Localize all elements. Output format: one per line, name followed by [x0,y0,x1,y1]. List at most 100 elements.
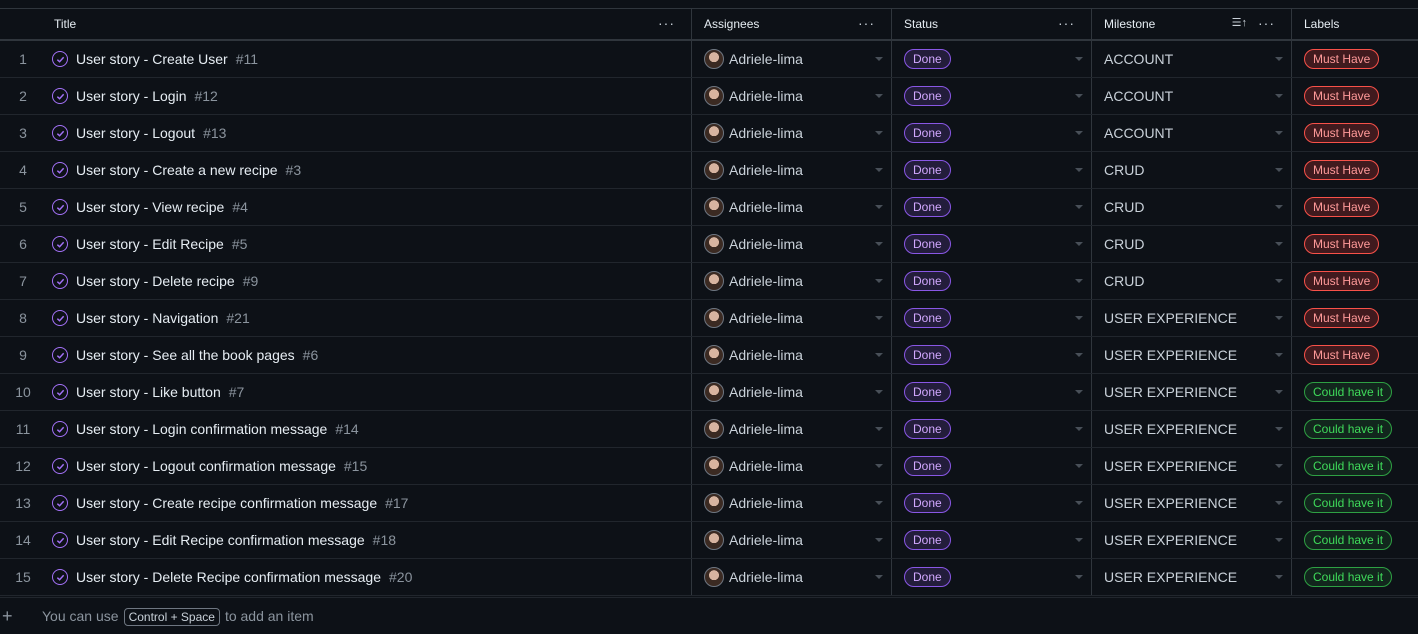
label-badge[interactable]: Could have it [1304,493,1393,513]
chevron-down-icon[interactable] [1275,279,1283,283]
labels-cell[interactable]: Must Have [1292,152,1418,188]
chevron-down-icon[interactable] [1075,279,1083,283]
milestone-cell[interactable]: USER EXPERIENCE [1092,485,1292,521]
chevron-down-icon[interactable] [1275,427,1283,431]
issue-title-link[interactable]: User story - Logout confirmation message [76,458,336,474]
chevron-down-icon[interactable] [1075,501,1083,505]
title-cell[interactable]: User story - Create recipe confirmation … [46,485,692,521]
milestone-cell[interactable]: CRUD [1092,152,1292,188]
assignee-cell[interactable]: Adriele-lima [692,78,892,114]
column-header-assignees[interactable]: Assignees ··· [692,9,892,39]
status-cell[interactable]: Done [892,522,1092,558]
chevron-down-icon[interactable] [1275,316,1283,320]
plus-icon[interactable]: + [2,606,16,627]
assignee-cell[interactable]: Adriele-lima [692,337,892,373]
issue-title-link[interactable]: User story - Create User [76,51,228,67]
milestone-cell[interactable]: USER EXPERIENCE [1092,448,1292,484]
labels-cell[interactable]: Must Have [1292,226,1418,262]
issue-title-link[interactable]: User story - Delete recipe [76,273,235,289]
issue-title-link[interactable]: User story - Delete Recipe confirmation … [76,569,381,585]
add-item-footer[interactable]: + You can use Control + Space to add an it… [0,597,1418,634]
assignee-cell[interactable]: Adriele-lima [692,41,892,77]
column-header-status[interactable]: Status ··· [892,9,1092,39]
status-cell[interactable]: Done [892,448,1092,484]
status-cell[interactable]: Done [892,485,1092,521]
label-badge[interactable]: Must Have [1304,234,1380,254]
title-cell[interactable]: User story - Navigation #21 [46,300,692,336]
title-cell[interactable]: User story - Login confirmation message … [46,411,692,447]
chevron-down-icon[interactable] [875,205,883,209]
milestone-cell[interactable]: USER EXPERIENCE [1092,300,1292,336]
chevron-down-icon[interactable] [1075,205,1083,209]
status-cell[interactable]: Done [892,115,1092,151]
chevron-down-icon[interactable] [1075,390,1083,394]
label-badge[interactable]: Could have it [1304,456,1393,476]
table-row[interactable]: 3 User story - Logout #13 Adriele-lima D… [0,115,1418,152]
issue-title-link[interactable]: User story - Create recipe confirmation … [76,495,377,511]
label-badge[interactable]: Must Have [1304,308,1380,328]
assignee-cell[interactable]: Adriele-lima [692,300,892,336]
label-badge[interactable]: Must Have [1304,271,1380,291]
issue-title-link[interactable]: User story - Create a new recipe [76,162,278,178]
issue-title-link[interactable]: User story - Login confirmation message [76,421,327,437]
chevron-down-icon[interactable] [875,279,883,283]
column-header-title[interactable]: Title ··· [46,9,692,39]
milestone-cell[interactable]: USER EXPERIENCE [1092,559,1292,595]
milestone-cell[interactable]: USER EXPERIENCE [1092,374,1292,410]
status-cell[interactable]: Done [892,411,1092,447]
table-row[interactable]: 15 User story - Delete Recipe confirmati… [0,559,1418,596]
issue-title-link[interactable]: User story - Logout [76,125,195,141]
labels-cell[interactable]: Must Have [1292,189,1418,225]
column-menu-icon[interactable]: ··· [1058,15,1075,31]
label-badge[interactable]: Could have it [1304,567,1393,587]
chevron-down-icon[interactable] [1075,575,1083,579]
labels-cell[interactable]: Could have it [1292,411,1418,447]
column-menu-icon[interactable]: ··· [1258,15,1275,31]
milestone-cell[interactable]: CRUD [1092,226,1292,262]
chevron-down-icon[interactable] [875,168,883,172]
table-row[interactable]: 8 User story - Navigation #21 Adriele-li… [0,300,1418,337]
chevron-down-icon[interactable] [875,464,883,468]
labels-cell[interactable]: Could have it [1292,559,1418,595]
chevron-down-icon[interactable] [875,427,883,431]
assignee-cell[interactable]: Adriele-lima [692,559,892,595]
labels-cell[interactable]: Must Have [1292,263,1418,299]
status-cell[interactable]: Done [892,337,1092,373]
chevron-down-icon[interactable] [1075,242,1083,246]
milestone-cell[interactable]: USER EXPERIENCE [1092,522,1292,558]
status-cell[interactable]: Done [892,78,1092,114]
title-cell[interactable]: User story - Logout #13 [46,115,692,151]
title-cell[interactable]: User story - View recipe #4 [46,189,692,225]
status-cell[interactable]: Done [892,300,1092,336]
chevron-down-icon[interactable] [1275,501,1283,505]
issue-title-link[interactable]: User story - Navigation [76,310,218,326]
milestone-cell[interactable]: ACCOUNT [1092,41,1292,77]
chevron-down-icon[interactable] [1075,427,1083,431]
chevron-down-icon[interactable] [1275,205,1283,209]
chevron-down-icon[interactable] [1075,316,1083,320]
label-badge[interactable]: Must Have [1304,160,1380,180]
title-cell[interactable]: User story - Edit Recipe confirmation me… [46,522,692,558]
assignee-cell[interactable]: Adriele-lima [692,263,892,299]
chevron-down-icon[interactable] [875,242,883,246]
milestone-cell[interactable]: CRUD [1092,263,1292,299]
chevron-down-icon[interactable] [875,390,883,394]
chevron-down-icon[interactable] [1075,131,1083,135]
chevron-down-icon[interactable] [1075,168,1083,172]
status-cell[interactable]: Done [892,263,1092,299]
column-header-labels[interactable]: Labels [1292,9,1418,39]
title-cell[interactable]: User story - Create User #11 [46,41,692,77]
assignee-cell[interactable]: Adriele-lima [692,374,892,410]
assignee-cell[interactable]: Adriele-lima [692,189,892,225]
status-cell[interactable]: Done [892,189,1092,225]
title-cell[interactable]: User story - Create a new recipe #3 [46,152,692,188]
table-row[interactable]: 14 User story - Edit Recipe confirmation… [0,522,1418,559]
milestone-cell[interactable]: CRUD [1092,189,1292,225]
chevron-down-icon[interactable] [1275,353,1283,357]
table-row[interactable]: 1 User story - Create User #11 Adriele-l… [0,41,1418,78]
table-row[interactable]: 6 User story - Edit Recipe #5 Adriele-li… [0,226,1418,263]
chevron-down-icon[interactable] [1075,464,1083,468]
status-cell[interactable]: Done [892,374,1092,410]
chevron-down-icon[interactable] [875,131,883,135]
label-badge[interactable]: Could have it [1304,419,1393,439]
